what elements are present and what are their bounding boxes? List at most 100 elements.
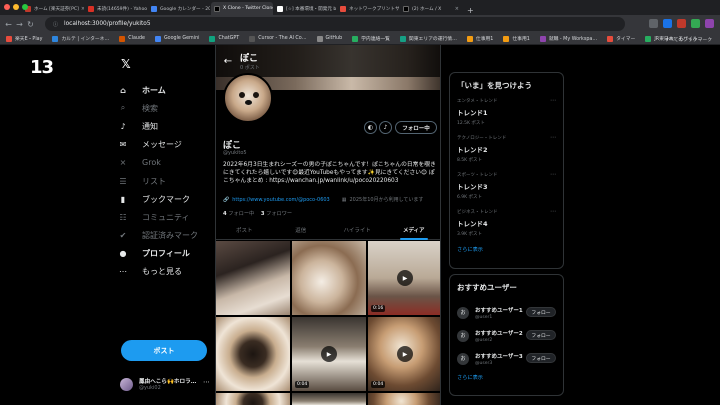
browser-tab[interactable]: 未読(14659件) - Yahoo!メール× <box>85 2 147 15</box>
extension-icon[interactable] <box>649 19 658 28</box>
trend-item[interactable]: スポーツ・トレンド トレンド3 6.9K ポスト ⋯ <box>450 165 563 202</box>
sidebar-item[interactable]: ● プロフィール <box>118 245 198 263</box>
sidebar-item[interactable]: ⋯ もっと見る <box>118 263 198 281</box>
trends-show-more[interactable]: さらに表示 <box>450 239 563 260</box>
maximize-window-button[interactable] <box>22 4 28 10</box>
new-tab-button[interactable]: + <box>467 6 474 15</box>
media-photo-tile[interactable] <box>216 241 290 315</box>
follow-button[interactable]: フォロー <box>526 353 556 363</box>
close-tab-icon[interactable]: × <box>79 6 84 12</box>
bookmark-item[interactable]: 仕事用1 <box>466 35 493 42</box>
x-logo-icon[interactable]: 𝕏 <box>121 57 131 71</box>
followers-link[interactable]: 3 フォロワー <box>261 211 292 217</box>
list-icon: ☰ <box>119 176 127 186</box>
window-controls[interactable] <box>4 4 28 10</box>
media-photo-tile[interactable] <box>292 241 366 315</box>
media-photo-tile[interactable] <box>216 393 290 405</box>
more-icon[interactable]: ⋯ <box>550 134 556 141</box>
profile-tab[interactable]: 返信 <box>273 222 330 239</box>
sidebar-item[interactable]: ⌕ 検索 <box>118 99 198 117</box>
browser-tab[interactable]: Google カレンダー - 2025年× <box>148 2 210 15</box>
play-icon[interactable]: ▶ <box>397 346 413 362</box>
post-button[interactable]: ポスト <box>121 340 207 361</box>
suggested-show-more[interactable]: さらに表示 <box>450 370 563 388</box>
bookmark-item[interactable]: Cursor - The AI Co… <box>249 35 307 42</box>
bookmark-item[interactable]: タイマー <box>607 35 635 42</box>
following-link[interactable]: 4 フォロー中 <box>223 211 254 217</box>
play-icon[interactable]: ▶ <box>397 270 413 286</box>
profile-avatar[interactable] <box>223 73 273 123</box>
browser-tab[interactable]: (2) ホーム / X × <box>400 2 462 15</box>
grok-circle-icon[interactable]: ◐ <box>364 121 377 134</box>
all-bookmarks-link[interactable]: すべてのブックマーク <box>665 36 712 43</box>
reload-icon[interactable]: ↻ <box>25 20 36 29</box>
sidebar-item[interactable]: ☷ コミュニティ <box>118 208 198 226</box>
trend-item[interactable]: ビジネス・トレンド トレンド4 3.9K ポスト ⋯ <box>450 202 563 239</box>
bookmark-label: Google Gemini <box>163 36 200 41</box>
browser-tab[interactable]: ネットワークプリントサービス× <box>337 2 399 15</box>
extension-icon[interactable] <box>691 19 700 28</box>
sidebar-item[interactable]: ⌂ ホーム <box>118 81 198 99</box>
more-icon[interactable]: ⋯ <box>550 208 556 215</box>
bookmark-item[interactable]: 就職 - My Workspa… <box>539 35 597 42</box>
bookmark-item[interactable]: GitHub <box>316 35 342 42</box>
following-button[interactable]: フォロー中 <box>395 121 437 134</box>
profile-link[interactable]: https://www.youtube.com/@poco-0603 <box>232 197 330 203</box>
trend-category: テクノロジー・トレンド <box>457 136 507 141</box>
bookmark-label: 関東エリアの運行情… <box>408 37 457 42</box>
profile-tab[interactable]: ハイライト <box>329 222 386 239</box>
extension-icon[interactable] <box>663 19 672 28</box>
browser-tab[interactable]: X Clone - Twitter Clone App× <box>211 2 273 15</box>
bookmark-item[interactable]: カルテ | インターネ… <box>52 35 109 42</box>
back-arrow-icon[interactable]: ← <box>3 20 14 29</box>
browser-tab[interactable]: ホーム [楽天証券[PC] × <box>22 2 84 15</box>
more-icon[interactable]: ⋯ <box>550 97 556 104</box>
notification-bell-icon[interactable]: ♪ <box>379 121 392 134</box>
profile-tab[interactable]: ポスト <box>216 222 273 239</box>
url-bar[interactable]: ⓘ localhost:3000/profile/yukito5 <box>45 17 625 31</box>
forward-arrow-icon[interactable]: → <box>14 20 25 29</box>
sidebar-item[interactable]: ✔ 認証済みマーク <box>118 227 198 245</box>
avatar: お <box>457 352 469 365</box>
bookmark-item[interactable]: ChatGPT <box>209 35 239 42</box>
profile-avatar-icon[interactable] <box>705 19 714 28</box>
trend-item[interactable]: テクノロジー・トレンド トレンド2 8.5K ポスト ⋯ <box>450 128 563 165</box>
follow-button[interactable]: フォロー <box>526 307 556 317</box>
media-video-tile[interactable]: ▶ 0:04 <box>292 317 366 391</box>
more-icon[interactable]: ⋯ <box>550 171 556 178</box>
app-logo[interactable]: 13 <box>30 57 54 78</box>
bookmark-item[interactable]: 学内連絡一覧 <box>352 35 390 42</box>
media-video-tile[interactable]: ▶ 0:04 <box>368 317 440 391</box>
back-arrow-icon[interactable]: ← <box>216 56 240 67</box>
media-photo-tile[interactable] <box>216 317 290 391</box>
bookmark-item[interactable]: Claude <box>119 35 145 42</box>
suggested-user-row[interactable]: おおすすめユーザー2 @user2 フォロー <box>450 324 563 347</box>
media-video-tile[interactable]: ▶ 0:16 <box>368 241 440 315</box>
sidebar-item[interactable]: ✉ メッセージ <box>118 136 198 154</box>
bookmark-item[interactable]: 仕事用1 <box>503 35 530 42</box>
profile-tab[interactable]: メディア <box>386 222 441 240</box>
site-info-icon[interactable]: ⓘ <box>53 21 58 28</box>
suggested-user-row[interactable]: おおすすめユーザー1 @user1 フォロー <box>450 301 563 324</box>
minimize-window-button[interactable] <box>13 4 19 10</box>
bookmark-item[interactable]: Google Gemini <box>154 35 200 42</box>
close-window-button[interactable] <box>4 4 10 10</box>
play-icon[interactable]: ▶ <box>321 346 337 362</box>
profile-column: ← ぽこ 0 ポスト ◐ ♪ フォロー中 ぽこ @yukito5 2022年6月… <box>215 45 441 405</box>
browser-tab[interactable]: [☆] 本番環境・開発元 by yu× <box>274 2 336 15</box>
sidebar-item[interactable]: ⨯ Grok <box>118 154 198 172</box>
media-photo-tile[interactable] <box>292 393 366 405</box>
trend-item[interactable]: エンタメ・トレンド トレンド1 12.5K ポスト ⋯ <box>450 91 563 128</box>
extension-icon[interactable] <box>677 19 686 28</box>
more-icon[interactable]: ⋯ <box>203 378 210 386</box>
account-switcher[interactable]: 鳳由へこら🙌ホロラ… @yuki02 ⋯ <box>120 374 212 394</box>
sidebar-item[interactable]: ♪ 通知 <box>118 117 198 135</box>
media-photo-tile[interactable] <box>368 393 440 405</box>
bookmark-item[interactable]: 関東エリアの運行情… <box>399 35 457 42</box>
suggested-user-row[interactable]: おおすすめユーザー3 @user3 フォロー <box>450 347 563 370</box>
sidebar-item[interactable]: ▮ ブックマーク <box>118 190 198 208</box>
sidebar-item[interactable]: ☰ リスト <box>118 172 198 190</box>
follow-button[interactable]: フォロー <box>526 330 556 340</box>
close-tab-icon[interactable]: × <box>453 6 459 12</box>
bookmark-item[interactable]: 楽天E・Play <box>6 35 42 42</box>
